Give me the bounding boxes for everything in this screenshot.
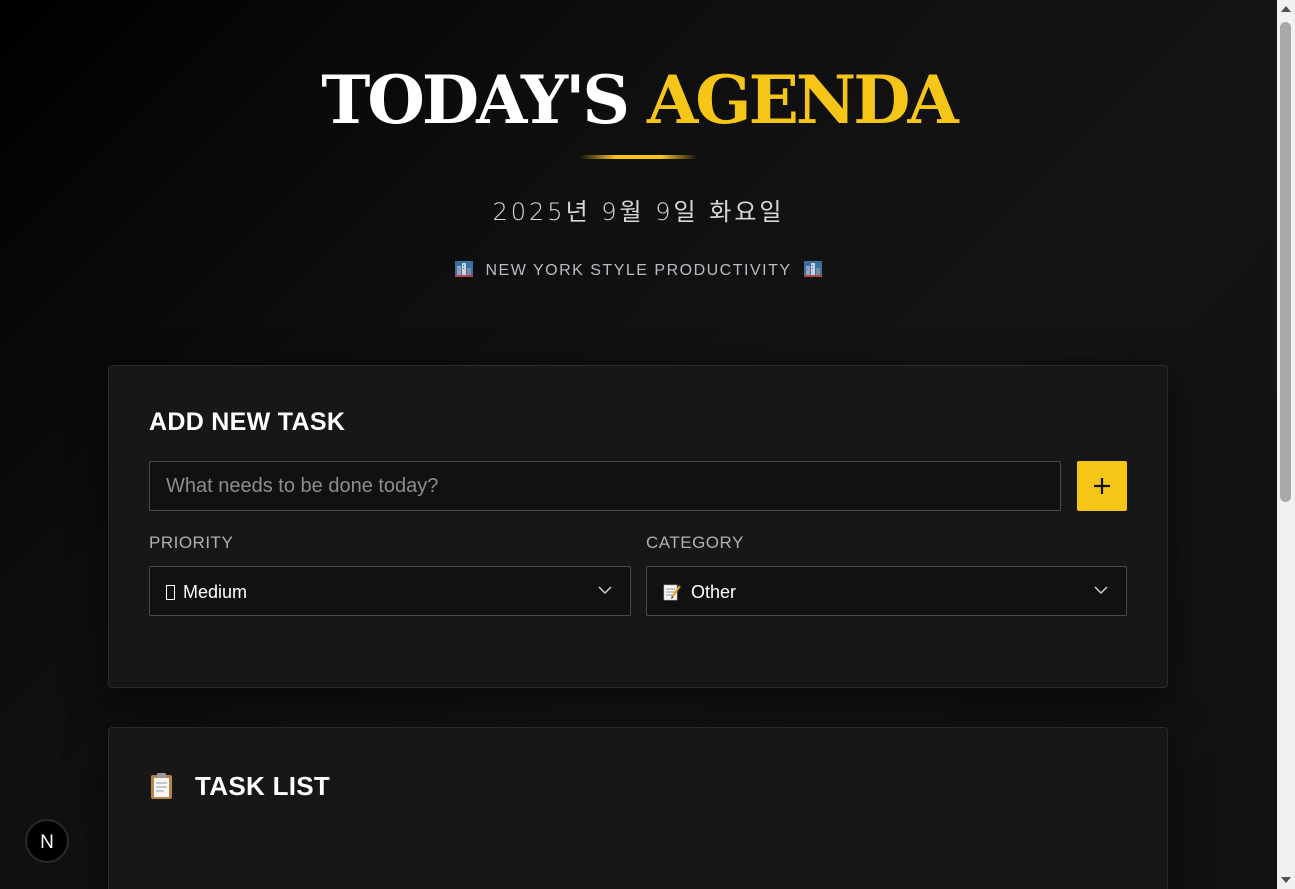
category-label: CATEGORY [646,533,744,552]
app-viewport: TODAY'S AGENDA 2025년 9월 9일 화요일 NEW YORK … [0,0,1277,889]
page-title-part1: TODAY'S [321,61,630,139]
page-title-part2: AGENDA [647,61,959,139]
title-underline [580,155,697,159]
priority-selected-text: Medium [183,582,248,602]
current-date: 2025년 9월 9일 화요일 [492,198,785,226]
priority-selected-value: Medium [166,582,247,603]
task-list-card: TASK LIST [108,727,1168,889]
plus-icon [1094,478,1110,494]
chevron-down-icon [598,586,612,595]
add-task-card: ADD NEW TASK PRIORITY Medium CATEGORY [108,365,1168,688]
task-list-heading: TASK LIST [195,771,331,801]
tagline-text: NEW YORK STYLE PRODUCTIVITY [485,262,792,279]
task-input[interactable] [149,461,1061,511]
chevron-down-icon [1094,586,1108,595]
add-task-button[interactable] [1077,461,1127,511]
category-selected-value: Other [663,582,736,603]
scroll-down-icon[interactable] [1281,877,1291,883]
tagline: NEW YORK STYLE PRODUCTIVITY [0,261,1277,280]
memo-icon [663,583,681,601]
priority-select[interactable]: Medium [149,566,631,616]
add-task-heading: ADD NEW TASK [149,408,346,436]
category-select[interactable]: Other [646,566,1127,616]
priority-label: PRIORITY [149,533,234,552]
nextjs-logo-letter: N [40,832,54,853]
scroll-thumb[interactable] [1280,22,1291,502]
page-title: TODAY'S AGENDA [0,60,1277,140]
scroll-up-icon[interactable] [1281,6,1291,12]
cityscape-icon [455,261,474,277]
clipboard-icon [151,773,172,799]
nextjs-dev-badge[interactable]: N [25,819,69,863]
category-selected-text: Other [691,582,737,602]
vertical-scrollbar[interactable] [1277,0,1295,889]
cityscape-icon [803,261,822,277]
nextjs-logo-icon: N [40,832,54,853]
missing-glyph-icon [166,585,175,600]
